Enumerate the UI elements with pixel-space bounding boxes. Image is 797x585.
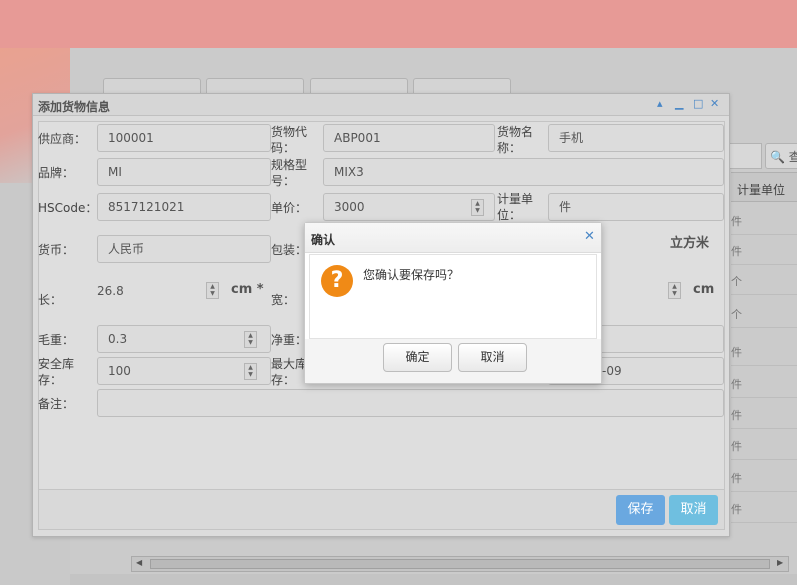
- table-cell: 件: [731, 368, 797, 398]
- packing-label: 包装：: [271, 243, 308, 257]
- width-label: 宽：: [271, 293, 296, 307]
- spin-up-icon[interactable]: ▲: [669, 283, 680, 290]
- unit-price-label: 单价：: [271, 201, 308, 215]
- minimize-icon[interactable]: ▁: [675, 98, 683, 110]
- volume-unit: 立方米: [670, 236, 710, 251]
- gross-weight-label: 毛重：: [38, 333, 75, 347]
- app-header: [0, 0, 797, 48]
- scroll-right-icon[interactable]: ▶: [777, 558, 783, 567]
- cancel-button[interactable]: 取消: [669, 495, 718, 525]
- date-value: -09: [602, 364, 622, 378]
- table-cell: 件: [731, 399, 797, 429]
- search-input[interactable]: [728, 143, 762, 169]
- question-icon: ?: [321, 265, 353, 297]
- goods-name-label: 货物名称：: [497, 125, 534, 155]
- spin-up-icon[interactable]: ▲: [207, 283, 218, 290]
- goods-code-label: 货物代码：: [271, 125, 308, 155]
- scrollbar-thumb[interactable]: [150, 559, 770, 569]
- net-weight-label: 净重：: [271, 333, 308, 347]
- table-cell: 件: [731, 430, 797, 460]
- table-cell: 件: [731, 235, 797, 265]
- table-cell: 个: [731, 298, 797, 328]
- confirm-footer: 确定 取消: [305, 339, 601, 383]
- unit-price-spinner[interactable]: ▲ ▼: [471, 199, 484, 216]
- save-button[interactable]: 保存: [616, 495, 665, 525]
- confirm-titlebar: 确认 ✕: [305, 223, 601, 253]
- table-cell: 件: [731, 336, 797, 366]
- model-field[interactable]: MIX3: [323, 158, 724, 186]
- confirm-message: 您确认要保存吗？: [363, 268, 460, 282]
- goods-name-field[interactable]: 手机: [548, 124, 724, 152]
- brand-field[interactable]: MI: [97, 158, 271, 186]
- height-unit: cm: [693, 282, 715, 297]
- remark-field[interactable]: [97, 389, 724, 417]
- height-spinner[interactable]: ▲ ▼: [668, 282, 681, 299]
- measure-unit-field[interactable]: 件: [548, 193, 724, 221]
- pagination-bar: [70, 574, 797, 585]
- confirm-cancel-button[interactable]: 取消: [458, 343, 527, 372]
- length-field[interactable]: 26.8: [97, 283, 124, 299]
- confirm-ok-button[interactable]: 确定: [383, 343, 452, 372]
- length-spinner[interactable]: ▲ ▼: [206, 282, 219, 299]
- table-cell: 件: [731, 205, 797, 235]
- measure-unit-label: 计量单位：: [497, 192, 534, 222]
- hscode-field[interactable]: 8517121021: [97, 193, 271, 221]
- brand-label: 品牌：: [38, 166, 75, 180]
- column-header-unit: 计量单位: [731, 172, 797, 202]
- spin-up-icon[interactable]: ▲: [245, 332, 256, 339]
- unit-price-field[interactable]: 3000: [323, 193, 495, 221]
- spin-up-icon[interactable]: ▲: [245, 364, 256, 371]
- confirm-dialog: 确认 ✕ ? 您确认要保存吗？ 确定 取消: [304, 222, 602, 384]
- safety-stock-label: 安全库存：: [38, 357, 75, 387]
- confirm-title: 确认: [311, 233, 336, 247]
- model-label: 规格型号：: [271, 158, 308, 188]
- spin-down-icon[interactable]: ▼: [669, 290, 680, 297]
- currency-label: 货币：: [38, 243, 75, 257]
- spin-down-icon[interactable]: ▼: [245, 371, 256, 378]
- goods-code-field[interactable]: ABP001: [323, 124, 495, 152]
- remark-label: 备注：: [38, 397, 75, 411]
- confirm-close-icon[interactable]: ✕: [584, 229, 595, 244]
- maximize-icon[interactable]: □: [693, 98, 703, 110]
- horizontal-scrollbar[interactable]: ◀ ▶: [131, 556, 789, 572]
- spin-down-icon[interactable]: ▼: [207, 290, 218, 297]
- confirm-body: ? 您确认要保存吗？: [309, 254, 597, 339]
- gross-weight-spinner[interactable]: ▲ ▼: [244, 331, 257, 348]
- collapse-icon[interactable]: ▴: [657, 98, 663, 110]
- currency-field[interactable]: 人民币: [97, 235, 271, 263]
- supplier-field[interactable]: 100001: [97, 124, 271, 152]
- table-cell: 件: [731, 493, 797, 523]
- spin-down-icon[interactable]: ▼: [472, 207, 483, 214]
- length-label: 长：: [38, 293, 63, 307]
- table-cell: 件: [731, 462, 797, 492]
- scroll-left-icon[interactable]: ◀: [136, 558, 142, 567]
- hscode-label: HSCode：: [38, 201, 98, 215]
- table-cell: 个: [731, 265, 797, 295]
- dialog-title: 添加货物信息: [38, 100, 111, 114]
- safety-stock-spinner[interactable]: ▲ ▼: [244, 363, 257, 380]
- spin-down-icon[interactable]: ▼: [245, 339, 256, 346]
- length-unit: cm *: [231, 282, 264, 297]
- close-icon[interactable]: ✕: [710, 98, 719, 110]
- search-button[interactable]: 🔍 查: [765, 143, 797, 169]
- supplier-label: 供应商：: [38, 132, 87, 146]
- spin-up-icon[interactable]: ▲: [472, 200, 483, 207]
- dialog-titlebar: 添加货物信息 ▴ ▁ □ ✕: [33, 94, 729, 116]
